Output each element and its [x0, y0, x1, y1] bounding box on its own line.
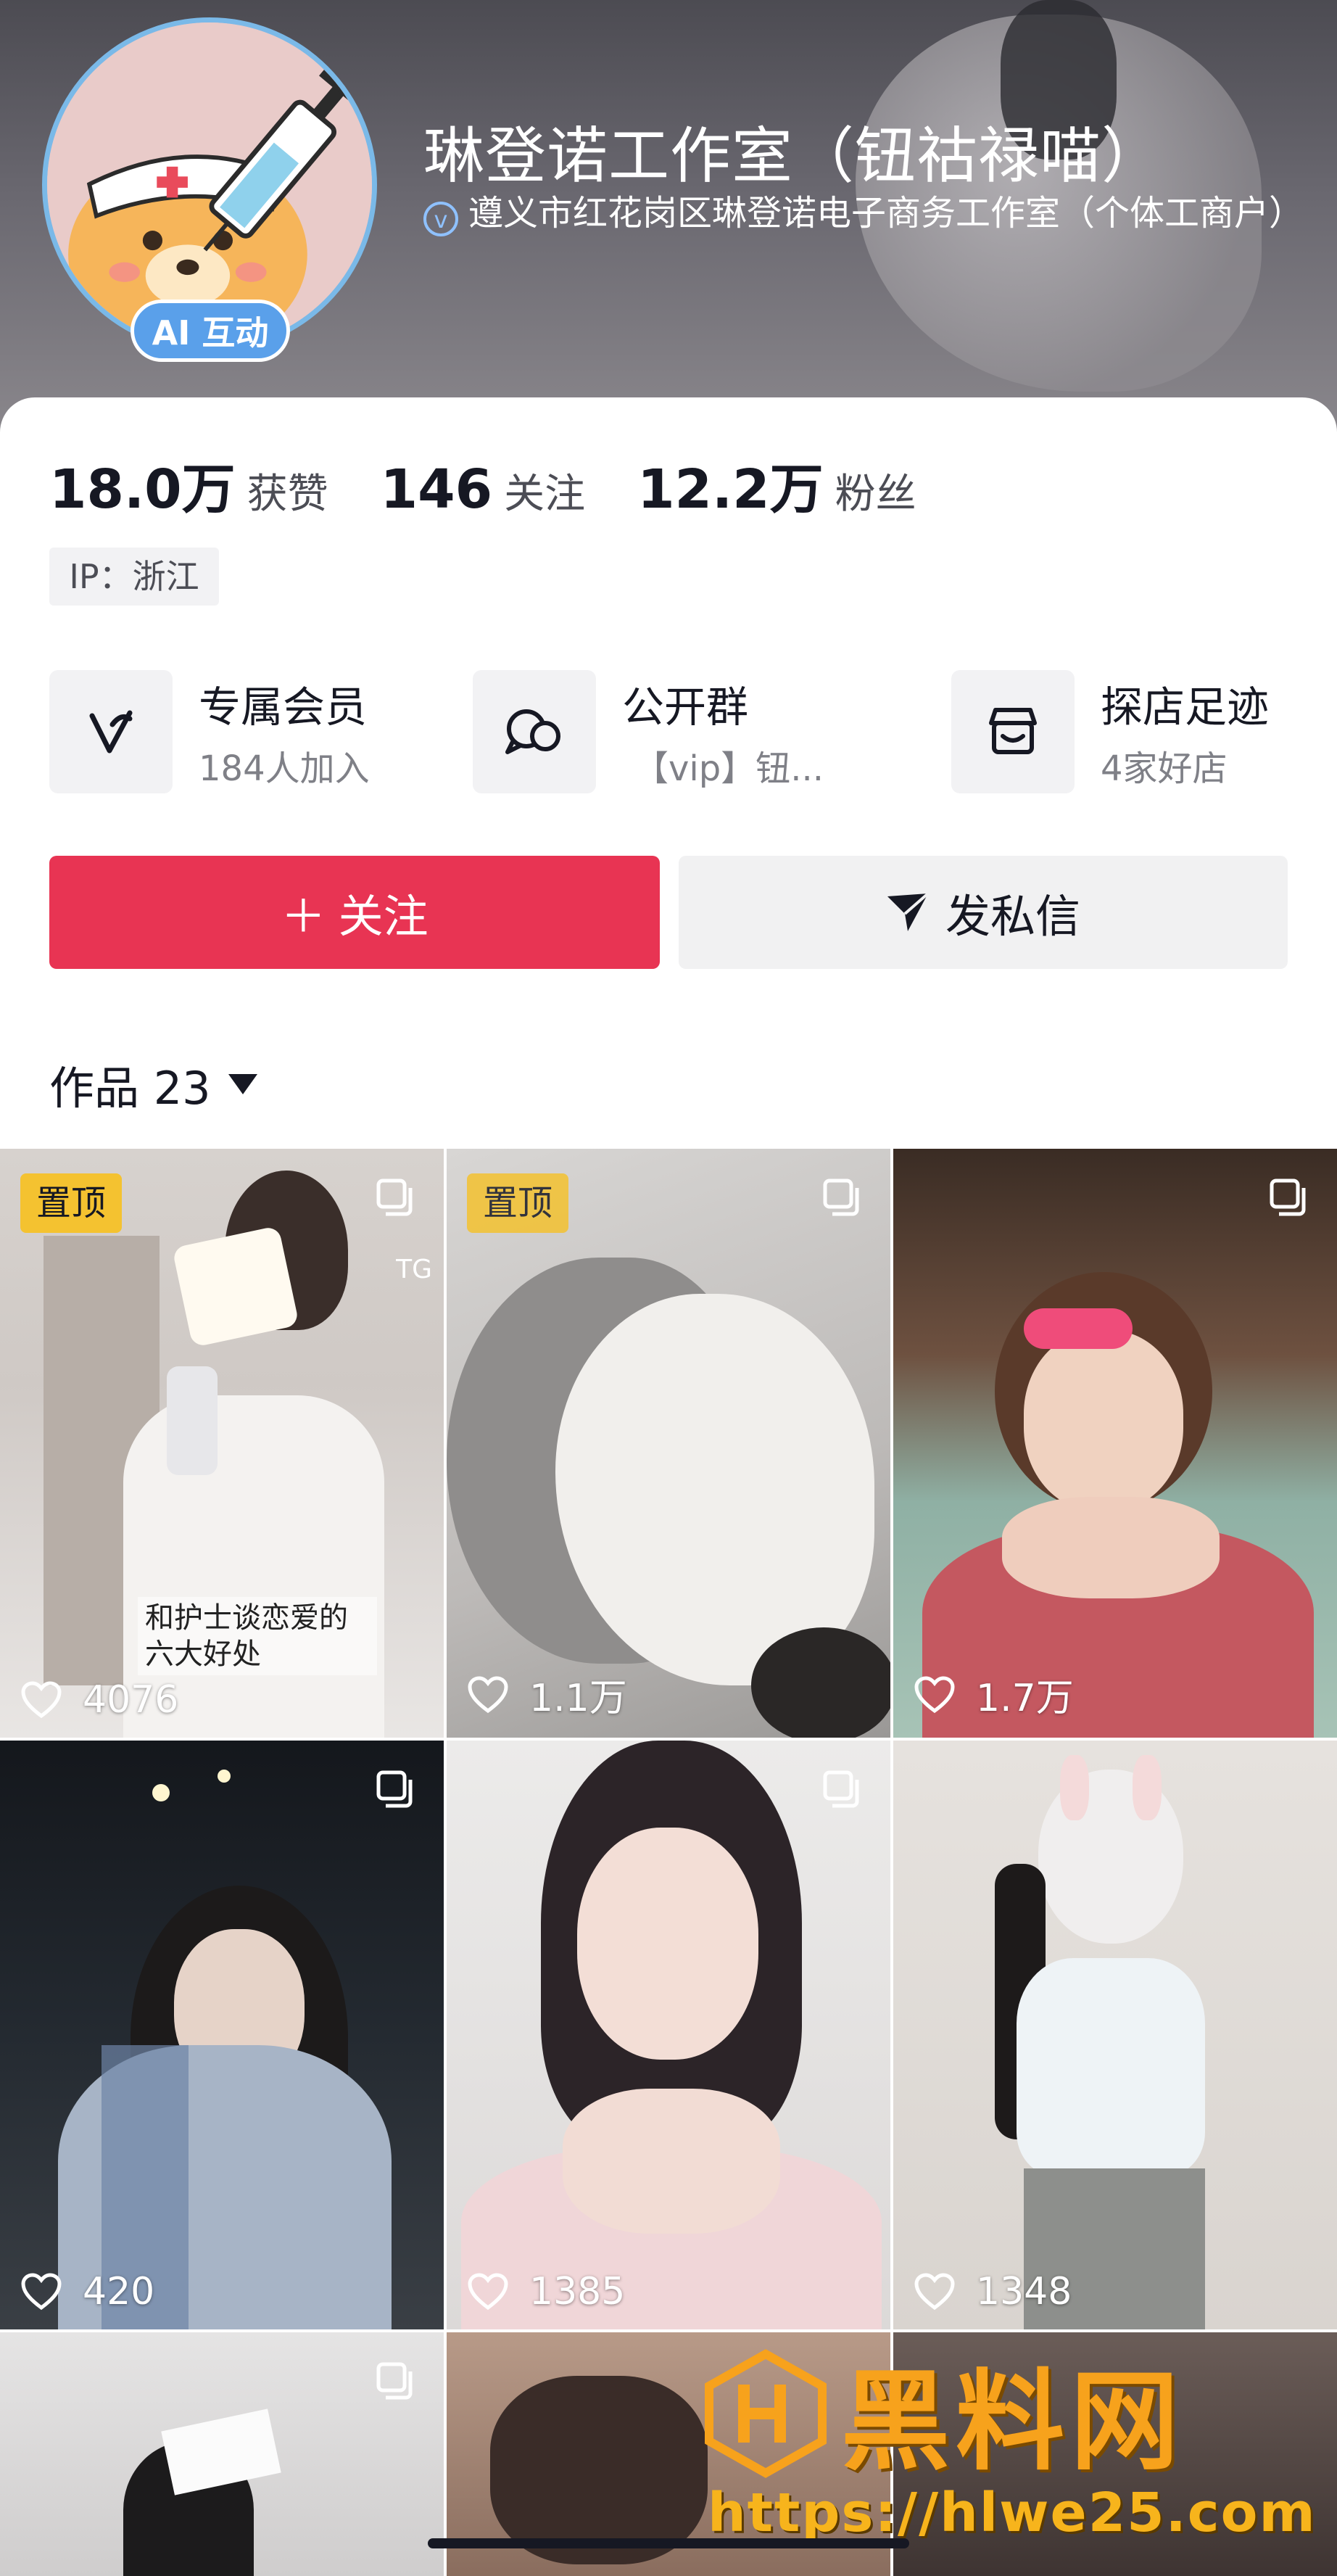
- stat-likes[interactable]: 18.0万 获赞: [49, 446, 328, 524]
- stat-label: 粉丝: [835, 471, 916, 518]
- like-count-value: 4076: [83, 1678, 179, 1722]
- caret-down-icon: [228, 1074, 257, 1094]
- feature-subtitle: 【vip】钮...: [634, 748, 824, 789]
- feature-subtitle: 4家好店: [1101, 748, 1228, 789]
- heart-icon: [914, 1675, 955, 1713]
- stat-label: 关注: [504, 471, 586, 518]
- like-count-value: 420: [83, 2270, 155, 2313]
- heart-check-icon: [49, 670, 173, 793]
- like-count: 420: [20, 2270, 154, 2313]
- heart-icon: [468, 2273, 508, 2311]
- multi-image-icon: [823, 1178, 859, 1216]
- send-icon: [887, 892, 930, 931]
- stat-value: 18.0万: [49, 458, 236, 521]
- feature-membership[interactable]: 专属会员 184人加入: [49, 670, 426, 798]
- profile-stats: 18.0万 获赞 146 关注 12.2万 粉丝: [49, 446, 969, 521]
- ai-interaction-badge[interactable]: AI 互动: [131, 300, 290, 362]
- video-tile[interactable]: [0, 2332, 444, 2576]
- video-tile[interactable]: 置顶 和护士谈恋爱的六大好处 TG 4076: [0, 1149, 444, 1738]
- pinned-badge: 置顶: [467, 1173, 568, 1233]
- stat-followers[interactable]: 12.2万 粉丝: [637, 446, 916, 524]
- feature-subtitle: 184人加入: [199, 748, 370, 789]
- video-thumbnail: [893, 1741, 1337, 2329]
- like-count-value: 1.7万: [976, 1677, 1074, 1720]
- video-thumbnail: [893, 1149, 1337, 1738]
- multi-image-icon: [823, 1770, 859, 1808]
- watermark-url: https://hlwe25.com: [708, 2482, 1317, 2544]
- feature-public-group[interactable]: 公开群 【vip】钮...: [473, 670, 879, 798]
- like-count: 1348: [914, 2270, 1072, 2313]
- storefront-icon: [951, 670, 1075, 793]
- video-thumbnail: [447, 1149, 890, 1738]
- like-count: 1385: [467, 2270, 625, 2313]
- home-indicator[interactable]: [428, 2538, 909, 2548]
- video-tile[interactable]: 1385: [447, 1741, 890, 2329]
- video-thumbnail: [0, 1741, 444, 2329]
- feature-title: 探店足迹: [1101, 682, 1270, 732]
- verified-icon: v: [423, 202, 458, 236]
- watermark-brand: 黑料网: [841, 2359, 1185, 2485]
- follow-button[interactable]: ＋ 关注: [49, 856, 660, 969]
- works-tab-label: 作品 23: [49, 1062, 211, 1115]
- feature-title: 专属会员: [199, 682, 368, 732]
- works-tab[interactable]: 作品 23: [49, 1052, 257, 1117]
- like-count-value: 1.1万: [529, 1677, 627, 1720]
- chat-bubbles-icon: [473, 670, 596, 793]
- video-tile[interactable]: 1348: [893, 1741, 1337, 2329]
- video-tile[interactable]: 420: [0, 1741, 444, 2329]
- multi-image-icon: [376, 1770, 413, 1808]
- stat-value: 12.2万: [637, 458, 824, 521]
- multi-image-icon: [376, 2362, 413, 2400]
- verified-text: 遵义市红花岗区琳登诺电子商务工作室（个体工商户）: [468, 193, 1304, 234]
- video-tile[interactable]: 1.7万: [893, 1149, 1337, 1738]
- stat-following[interactable]: 146 关注: [381, 458, 585, 521]
- ip-location-tag: IP：浙江: [49, 548, 219, 606]
- corner-text: TG: [396, 1255, 432, 1284]
- like-count: 4076: [20, 1678, 178, 1722]
- profile-name: 琳登诺工作室（钮祜禄喵）: [423, 120, 1164, 191]
- avatar-illustration: [47, 22, 372, 347]
- send-message-label: 发私信: [945, 892, 1080, 942]
- like-count-value: 1385: [529, 2270, 626, 2313]
- heart-icon: [914, 2273, 955, 2311]
- stat-label: 获赞: [247, 471, 328, 518]
- like-count-value: 1348: [976, 2270, 1072, 2313]
- video-thumbnail: [447, 1741, 890, 2329]
- watermark-logo-icon: [705, 2349, 827, 2478]
- multi-image-icon: [376, 1178, 413, 1216]
- like-count: 1.7万: [914, 1667, 1074, 1722]
- multi-image-icon: [1270, 1178, 1306, 1216]
- feature-title: 公开群: [622, 682, 749, 732]
- like-count: 1.1万: [467, 1667, 627, 1722]
- stat-value: 146: [380, 458, 493, 521]
- heart-icon: [21, 1681, 62, 1719]
- feature-shop-visits[interactable]: 探店足迹 4家好店: [951, 670, 1314, 798]
- heart-icon: [468, 1675, 508, 1713]
- heart-icon: [21, 2273, 62, 2311]
- video-tile[interactable]: 置顶 1.1万: [447, 1149, 890, 1738]
- pinned-badge: 置顶: [20, 1173, 122, 1233]
- video-caption: 和护士谈恋爱的六大好处: [138, 1597, 377, 1675]
- verification-row[interactable]: v 遵义市红花岗区琳登诺电子商务工作室（个体工商户）: [423, 190, 1308, 236]
- send-message-button[interactable]: 发私信: [679, 856, 1288, 969]
